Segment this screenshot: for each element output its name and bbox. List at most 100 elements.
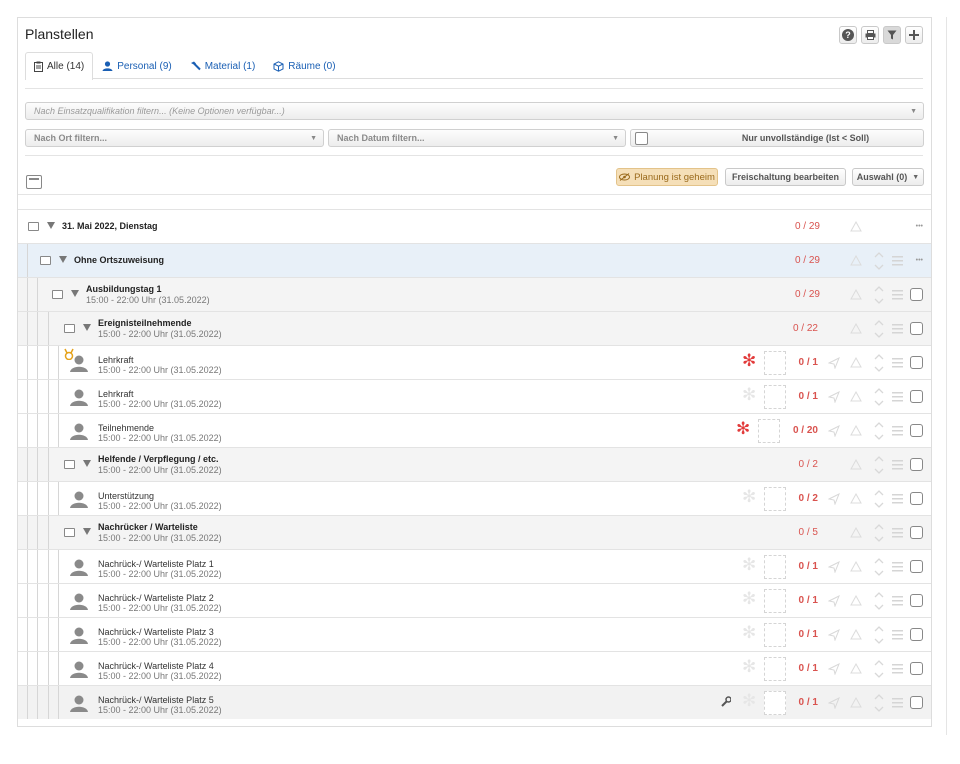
group-select-toggle[interactable] <box>64 324 75 333</box>
position-title: Unterstützung <box>98 491 155 501</box>
tree-guide-line <box>27 618 28 651</box>
row-checkbox[interactable] <box>910 492 923 505</box>
secret-planning-button[interactable]: Planung ist geheim <box>616 168 718 186</box>
medal-badge-icon <box>64 348 74 360</box>
collapse-triangle-icon[interactable] <box>71 290 79 297</box>
table-row[interactable]: Nachrück-/ Warteliste Platz 4 15:00 - 22:… <box>18 651 931 685</box>
assignment-drop-zone[interactable] <box>758 419 780 443</box>
tree-guide-line <box>48 414 49 447</box>
table-row[interactable]: Nachrück-/ Warteliste Platz 2 15:00 - 22:… <box>18 583 931 617</box>
person-icon <box>70 389 88 406</box>
group-time: 15:00 - 22:00 Uhr (31.05.2022) <box>98 329 222 339</box>
group-select-toggle[interactable] <box>64 528 75 537</box>
group-select-toggle[interactable] <box>28 222 39 231</box>
table-row[interactable]: Nachrück-/ Warteliste Platz 5 15:00 - 22:… <box>18 685 931 719</box>
required-asterisk-icon: ✻ <box>742 589 757 608</box>
warning-icon <box>850 255 862 266</box>
incomplete-only-toggle[interactable]: Nur unvollständige (Ist < Soll) <box>630 129 924 147</box>
group-row[interactable]: Ohne Ortszuweisung 0 / 29 ••• <box>18 243 931 277</box>
menu-lines-icon <box>892 494 903 504</box>
send-icon <box>828 493 840 505</box>
row-checkbox[interactable] <box>910 458 923 471</box>
sort-handle-icon <box>874 252 884 270</box>
row-checkbox[interactable] <box>910 594 923 607</box>
tab-alle[interactable]: Alle (14) <box>25 52 94 80</box>
group-row[interactable]: Ausbildungstag 1 15:00 - 22:00 Uhr (31.05… <box>18 277 931 311</box>
filter-button[interactable] <box>883 26 901 44</box>
warning-icon <box>850 629 862 640</box>
row-checkbox[interactable] <box>910 322 923 335</box>
fill-count: 0 / 29 <box>794 221 820 232</box>
fill-count: 0 / 1 <box>798 663 818 674</box>
row-checkbox[interactable] <box>910 560 923 573</box>
qualification-filter[interactable]: Nach Einsatzqualifikation filtern... (Ke… <box>25 102 924 120</box>
table-row[interactable]: Unterstützung 15:00 - 22:00 Uhr (31.05.20… <box>18 481 931 515</box>
tree-guide-line <box>58 380 59 413</box>
collapse-triangle-icon[interactable] <box>59 256 67 263</box>
collapse-triangle-icon[interactable] <box>83 460 91 467</box>
tree-guide-line <box>27 380 28 413</box>
incomplete-only-label: Nur unvollständige (Ist < Soll) <box>741 133 870 143</box>
add-button[interactable] <box>905 26 923 44</box>
group-select-toggle[interactable] <box>52 290 63 299</box>
tab-material[interactable]: Material (1) <box>181 52 265 79</box>
table-row[interactable]: Nachrück-/ Warteliste Platz 3 15:00 - 22:… <box>18 617 931 651</box>
table-row[interactable]: Lehrkraft 15:00 - 22:00 Uhr (31.05.2022) ✻… <box>18 345 931 379</box>
tab-raeume[interactable]: Räume (0) <box>264 52 344 79</box>
tab-personal[interactable]: Personal (9) <box>93 52 180 79</box>
collapse-triangle-icon[interactable] <box>47 222 55 229</box>
collapse-triangle-icon[interactable] <box>83 324 91 331</box>
fill-count: 0 / 1 <box>798 595 818 606</box>
tree-guide-line <box>48 550 49 583</box>
location-filter[interactable]: Nach Ort filtern... ▼ <box>25 129 324 147</box>
selection-dropdown[interactable]: Auswahl (0) ▼ <box>852 168 924 186</box>
required-asterisk-icon: ✻ <box>742 385 757 404</box>
hammer-icon <box>190 61 201 71</box>
row-checkbox[interactable] <box>910 628 923 641</box>
group-row[interactable]: Helfende / Verpflegung / etc. 15:00 - 22:… <box>18 447 931 481</box>
group-row[interactable]: 31. Mai 2022, Dienstag 0 / 29 ••• <box>18 209 931 243</box>
table-row[interactable]: Nachrück-/ Warteliste Platz 1 15:00 - 22:… <box>18 549 931 583</box>
incomplete-only-checkbox[interactable] <box>635 131 648 145</box>
send-icon <box>828 629 840 641</box>
group-select-toggle[interactable] <box>64 460 75 469</box>
more-menu-icon[interactable]: ••• <box>916 257 923 264</box>
tab-personal-label: Personal (9) <box>117 60 172 72</box>
table-row[interactable]: Lehrkraft 15:00 - 22:00 Uhr (31.05.2022) ✻… <box>18 379 931 413</box>
row-checkbox[interactable] <box>910 390 923 403</box>
person-icon <box>70 559 88 576</box>
group-row[interactable]: Ereignisteilnehmende 15:00 - 22:00 Uhr (3… <box>18 311 931 345</box>
row-checkbox[interactable] <box>910 356 923 369</box>
help-button[interactable]: ? <box>839 26 857 44</box>
more-menu-icon[interactable]: ••• <box>916 223 923 230</box>
warning-icon <box>850 595 862 606</box>
row-checkbox[interactable] <box>910 424 923 437</box>
row-checkbox[interactable] <box>910 696 923 709</box>
collapse-triangle-icon[interactable] <box>83 528 91 535</box>
row-checkbox[interactable] <box>910 288 923 301</box>
send-icon <box>828 425 840 437</box>
send-icon <box>828 561 840 573</box>
position-time: 15:00 - 22:00 Uhr (31.05.2022) <box>98 671 222 681</box>
position-time: 15:00 - 22:00 Uhr (31.05.2022) <box>98 433 222 443</box>
table-row[interactable]: Teilnehmende 15:00 - 22:00 Uhr (31.05.202… <box>18 413 931 447</box>
edit-unlock-button[interactable]: Freischaltung bearbeiten <box>725 168 846 186</box>
group-time: 15:00 - 22:00 Uhr (31.05.2022) <box>86 295 210 305</box>
tree-guide-line <box>37 380 38 413</box>
row-checkbox[interactable] <box>910 662 923 675</box>
position-time: 15:00 - 22:00 Uhr (31.05.2022) <box>98 637 222 647</box>
tree-guide-line <box>48 686 49 719</box>
select-all-toggle[interactable] <box>26 175 42 189</box>
group-select-toggle[interactable] <box>40 256 51 265</box>
secret-planning-label: Planung ist geheim <box>634 171 715 183</box>
warning-icon <box>850 391 862 402</box>
group-row[interactable]: Nachrücker / Warteliste 15:00 - 22:00 Uhr… <box>18 515 931 549</box>
print-button[interactable] <box>861 26 879 44</box>
row-checkbox[interactable] <box>910 526 923 539</box>
fill-count: 0 / 2 <box>798 459 818 470</box>
tree-guide-line <box>37 278 38 311</box>
group-time: 15:00 - 22:00 Uhr (31.05.2022) <box>98 533 222 543</box>
group-title: Helfende / Verpflegung / etc. <box>98 454 219 464</box>
date-filter[interactable]: Nach Datum filtern... ▼ <box>328 129 626 147</box>
required-asterisk-icon: ✻ <box>742 351 757 370</box>
